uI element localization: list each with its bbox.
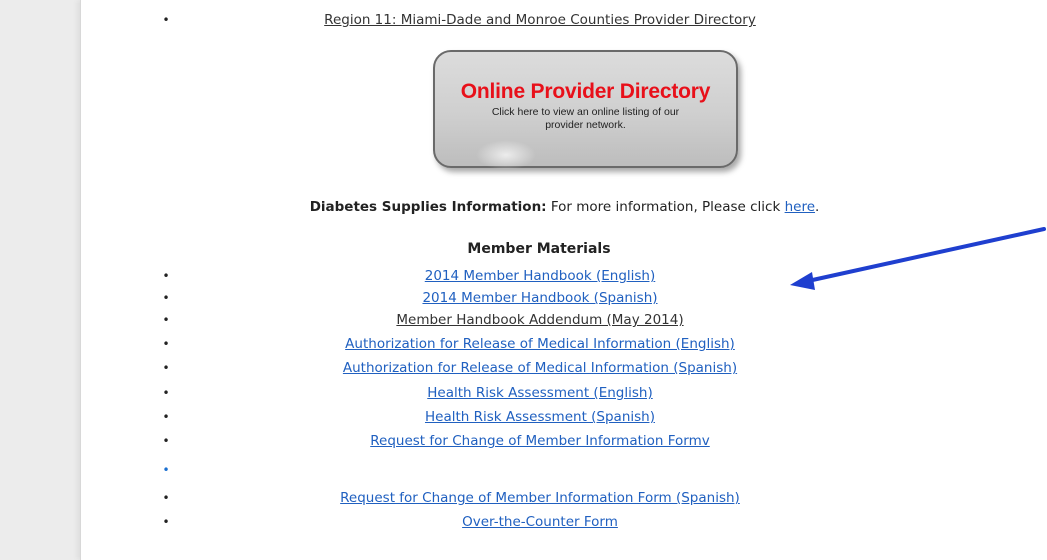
list-item: • Request for Change of Member Informati… [81, 430, 1047, 452]
button-highlight [476, 140, 536, 170]
list-item: • Member Handbook Addendum (May 2014) [81, 309, 1047, 331]
list-item: • Health Risk Assessment (English) [81, 382, 1047, 404]
diabetes-label: Diabetes Supplies Information: [309, 199, 547, 215]
diabetes-end: . [815, 199, 820, 215]
diabetes-info: Diabetes Supplies Information: For more … [81, 199, 1047, 215]
list-item: • Authorization for Release of Medical I… [81, 333, 1047, 355]
list-item: • 2014 Member Handbook (Spanish) [81, 287, 1047, 309]
list-item: • [81, 459, 1047, 481]
health-risk-spanish-link[interactable]: Health Risk Assessment (Spanish) [425, 409, 655, 425]
list-item: • Over-the-Counter Form [81, 511, 1047, 533]
viewport: • Region 11: Miami-Dade and Monroe Count… [0, 0, 1047, 560]
diabetes-text: For more information, Please click [546, 199, 785, 215]
bullet: • [162, 463, 170, 477]
page-content: • Region 11: Miami-Dade and Monroe Count… [80, 0, 1047, 560]
otc-form-link[interactable]: Over-the-Counter Form [462, 514, 618, 530]
button-subtitle: Click here to view an online listing of … [491, 106, 680, 131]
member-materials-heading: Member Materials [467, 241, 611, 257]
authorization-english-link[interactable]: Authorization for Release of Medical Inf… [345, 336, 735, 352]
handbook-addendum-link[interactable]: Member Handbook Addendum (May 2014) [396, 312, 683, 328]
list-item: • 2014 Member Handbook (English) [81, 265, 1047, 287]
health-risk-english-link[interactable]: Health Risk Assessment (English) [427, 385, 652, 401]
list-item: • Region 11: Miami-Dade and Monroe Count… [81, 9, 1047, 31]
list-item: • Request for Change of Member Informati… [81, 487, 1047, 509]
handbook-english-link[interactable]: 2014 Member Handbook (English) [425, 268, 656, 284]
change-info-form-link[interactable]: Request for Change of Member Information… [370, 433, 710, 449]
authorization-spanish-link[interactable]: Authorization for Release of Medical Inf… [343, 360, 737, 376]
change-info-form-spanish-link[interactable]: Request for Change of Member Information… [340, 490, 740, 506]
region-11-directory-link[interactable]: Region 11: Miami-Dade and Monroe Countie… [324, 12, 756, 28]
list-item: • Authorization for Release of Medical I… [81, 357, 1047, 379]
diabetes-here-link[interactable]: here [785, 199, 815, 215]
list-item: • Health Risk Assessment (Spanish) [81, 406, 1047, 428]
button-title: Online Provider Directory [460, 80, 711, 103]
handbook-spanish-link[interactable]: 2014 Member Handbook (Spanish) [422, 290, 657, 306]
